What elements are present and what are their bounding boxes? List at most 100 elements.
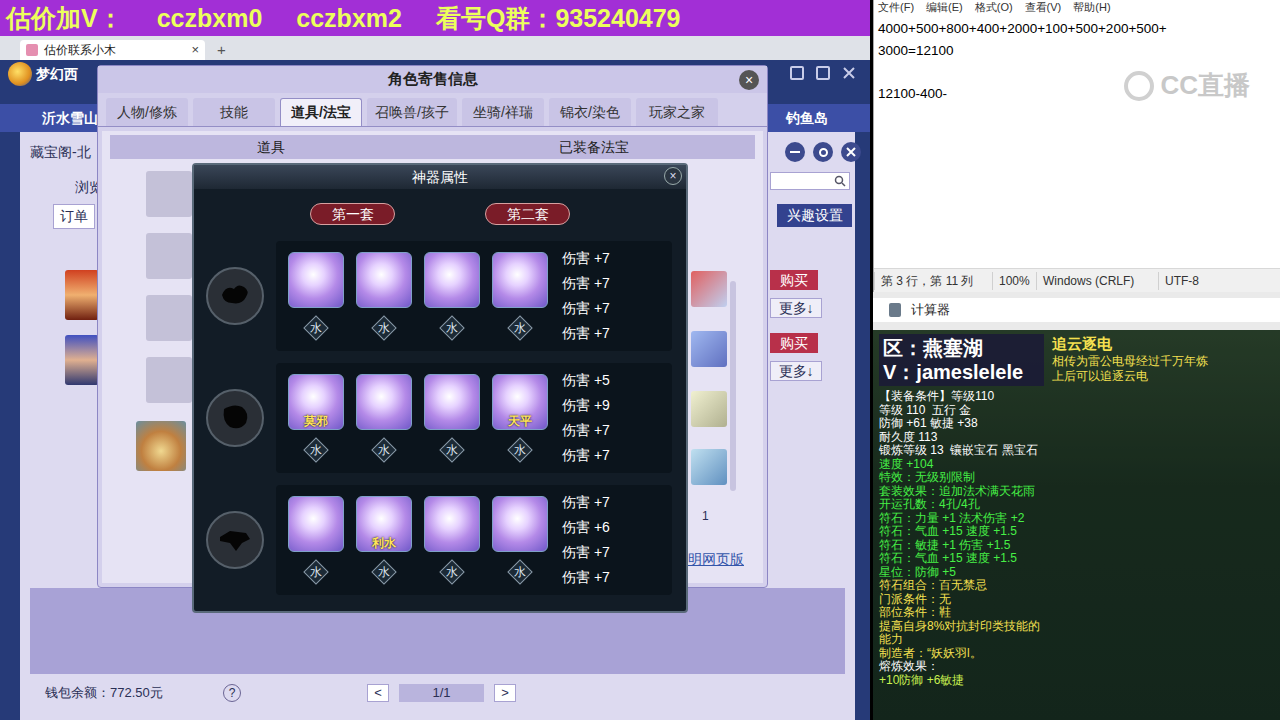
gem-panel: 莫邪水水水天平水伤害 +5伤害 +9伤害 +7伤害 +7: [276, 363, 672, 473]
menu-item[interactable]: 格式(O): [975, 0, 1013, 14]
item-icon[interactable]: [691, 391, 727, 427]
character-avatar[interactable]: [65, 335, 99, 385]
artifact-row: 水水水水伤害 +7伤害 +7伤害 +7伤害 +7: [194, 241, 686, 351]
calculator-window: 计算器: [873, 292, 1280, 330]
tooltip-line: 锻炼等级 13 镶嵌宝石 黑宝石: [879, 444, 1274, 458]
stream-frame: 区：燕塞湖 V：jameslelele 追云逐电 相传为雷公电母经过千万年炼上后…: [873, 330, 1280, 720]
artifact-part-icon[interactable]: [206, 267, 264, 325]
wallet-balance: 钱包余额：772.50元: [45, 683, 215, 703]
set-button[interactable]: 第一套: [310, 203, 395, 225]
gem-icon: [356, 252, 412, 308]
pager: 1/1: [399, 684, 484, 702]
menu-item[interactable]: 编辑(E): [926, 0, 963, 14]
menu-item[interactable]: 文件(F): [878, 0, 914, 14]
search-field[interactable]: [770, 172, 850, 190]
gem-icon: [288, 252, 344, 308]
item-slot[interactable]: [146, 233, 192, 279]
game-logo: 梦幻西: [8, 62, 78, 86]
tab-label: 人物/修炼: [117, 102, 177, 123]
tooltip-line: 熔炼效果：: [879, 660, 1274, 674]
gem-slot[interactable]: 水: [424, 496, 480, 584]
scrollbar[interactable]: [730, 281, 736, 491]
close-icon[interactable]: [841, 142, 861, 162]
next-page-button[interactable]: >: [494, 684, 516, 702]
more-button[interactable]: 更多↓: [770, 298, 822, 318]
help-button[interactable]: ?: [223, 684, 241, 702]
stat-list: 伤害 +5伤害 +9伤害 +7伤害 +7: [562, 368, 610, 468]
minimize-icon[interactable]: [785, 142, 805, 162]
game-area: 梦幻西 沂水雪山 钓鱼岛 藏宝阁-北 浏览 订单: [0, 60, 870, 720]
artifact-row: 莫邪水水水天平水伤害 +5伤害 +9伤害 +7伤害 +7: [194, 363, 686, 473]
dialog-tab[interactable]: 锦衣/染色: [549, 98, 631, 126]
gem-slot[interactable]: 水: [492, 252, 548, 340]
fan-item-icon[interactable]: [136, 421, 186, 471]
browser-tab[interactable]: 估价联系小木 ×: [20, 40, 205, 60]
buy-button[interactable]: 购买: [770, 333, 818, 353]
gem-slot[interactable]: 莫邪水: [288, 374, 344, 462]
dialog-close[interactable]: ×: [739, 70, 759, 90]
dialog-title: 角色寄售信息: [388, 68, 478, 91]
gem-slot[interactable]: 水: [492, 496, 548, 584]
notepad-text[interactable]: 4000+500+800+400+2000+100+500+200+500+30…: [874, 14, 1280, 268]
element-badge: 水: [304, 316, 328, 340]
tooltip-line: 防御 +61 敏捷 +38: [879, 417, 1274, 431]
item-tooltip: 区：燕塞湖 V：jameslelele 追云逐电 相传为雷公电母经过千万年炼上后…: [873, 330, 1280, 720]
item-slot[interactable]: [146, 357, 192, 403]
popout-icon[interactable]: [816, 66, 830, 80]
gem-slot[interactable]: 天平水: [492, 374, 548, 462]
element-badge: 水: [372, 560, 396, 584]
banner-text: 看号Q群：935240479: [436, 6, 681, 31]
logo-icon: [8, 62, 32, 86]
more-button[interactable]: 更多↓: [770, 361, 822, 381]
settings-icon[interactable]: [813, 142, 833, 162]
dialog-tab[interactable]: 技能: [193, 98, 275, 126]
dialog-tab[interactable]: 召唤兽/孩子: [367, 98, 457, 126]
gem-slot[interactable]: 水: [288, 496, 344, 584]
page-footer: 钱包余额：772.50元 ? < 1/1 >: [30, 678, 845, 708]
artifact-close[interactable]: ×: [664, 167, 682, 185]
menu-item[interactable]: 查看(V): [1025, 0, 1062, 14]
page-controls: [785, 142, 861, 162]
tab-title: 估价联系小木: [44, 41, 116, 59]
close-icon[interactable]: [842, 66, 856, 80]
tooltip-line: 开运孔数：4孔/4孔: [879, 498, 1274, 512]
item-slot[interactable]: [146, 295, 192, 341]
gem-slot[interactable]: 水: [424, 374, 480, 462]
buy-button[interactable]: 购买: [770, 270, 818, 290]
dialog-tab[interactable]: 人物/修炼: [106, 98, 188, 126]
orders-button[interactable]: 订单: [53, 204, 95, 229]
menu-item[interactable]: 帮助(H): [1073, 0, 1110, 14]
item-icon[interactable]: [691, 331, 727, 367]
new-tab-button[interactable]: +: [213, 40, 230, 60]
gem-slot[interactable]: 水: [288, 252, 344, 340]
artifact-title-bar: 神器属性 ×: [194, 165, 686, 189]
search-icon[interactable]: [834, 175, 846, 187]
prev-page-button[interactable]: <: [367, 684, 389, 702]
gem-slot[interactable]: 水: [356, 252, 412, 340]
set-button[interactable]: 第二套: [485, 203, 570, 225]
tab-close[interactable]: ×: [191, 40, 199, 60]
tab-icon: [26, 44, 38, 56]
gem-slot[interactable]: 利水水: [356, 496, 412, 584]
dialog-tab[interactable]: 道具/法宝: [280, 98, 362, 126]
gem-slot[interactable]: 水: [356, 374, 412, 462]
dialog-tab[interactable]: 坐骑/祥瑞: [462, 98, 544, 126]
interest-settings-button[interactable]: 兴趣设置: [777, 204, 852, 227]
calculator-title-bar[interactable]: 计算器: [873, 298, 1280, 322]
character-avatar[interactable]: [65, 270, 99, 320]
item-slot[interactable]: [146, 171, 192, 217]
artifact-part-icon[interactable]: [206, 389, 264, 447]
edit-icon[interactable]: [790, 66, 804, 80]
location-left: 沂水雪山: [42, 108, 98, 129]
item-icon[interactable]: [691, 449, 727, 485]
text-line: 4000+500+800+400+2000+100+500+200+500+: [878, 18, 1276, 40]
dialog-tab[interactable]: 玩家之家: [636, 98, 718, 126]
item-icon[interactable]: [691, 271, 727, 307]
gem-slot[interactable]: 水: [424, 252, 480, 340]
tab-label: 召唤兽/孩子: [375, 102, 449, 123]
artifact-part-icon[interactable]: [206, 511, 264, 569]
web-version-link[interactable]: 明网页版: [688, 549, 744, 570]
dialog-title-bar: 角色寄售信息 ×: [98, 66, 767, 93]
watermark-text: CC直播: [1160, 66, 1250, 105]
stat-line: 伤害 +7: [562, 565, 610, 590]
